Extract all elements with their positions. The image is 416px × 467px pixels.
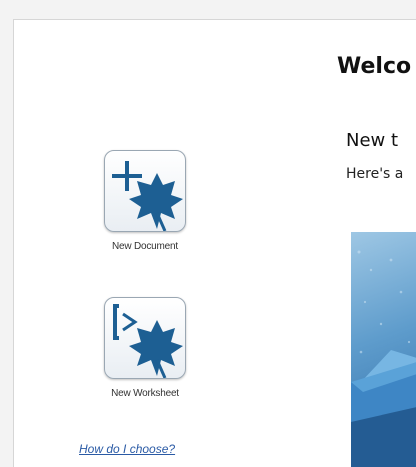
start-sidebar: New Document New Worksheet How do I choo… bbox=[14, 20, 314, 467]
welcome-title: Welco bbox=[337, 54, 412, 79]
new-document-icon bbox=[104, 150, 186, 232]
how-do-i-choose-link[interactable]: How do I choose? bbox=[79, 442, 175, 456]
new-document-button[interactable]: New Document bbox=[65, 150, 225, 252]
open-box-illustration bbox=[351, 250, 416, 467]
start-page-panel: New Document New Worksheet How do I choo… bbox=[13, 19, 416, 467]
whats-new-preview-image[interactable] bbox=[351, 232, 416, 467]
whats-new-subtitle: Here's a bbox=[346, 166, 404, 182]
new-document-label: New Document bbox=[112, 241, 178, 252]
new-worksheet-button[interactable]: New Worksheet bbox=[65, 297, 225, 399]
whats-new-title: New t bbox=[346, 130, 399, 151]
new-worksheet-label: New Worksheet bbox=[111, 388, 179, 399]
new-worksheet-icon bbox=[104, 297, 186, 379]
